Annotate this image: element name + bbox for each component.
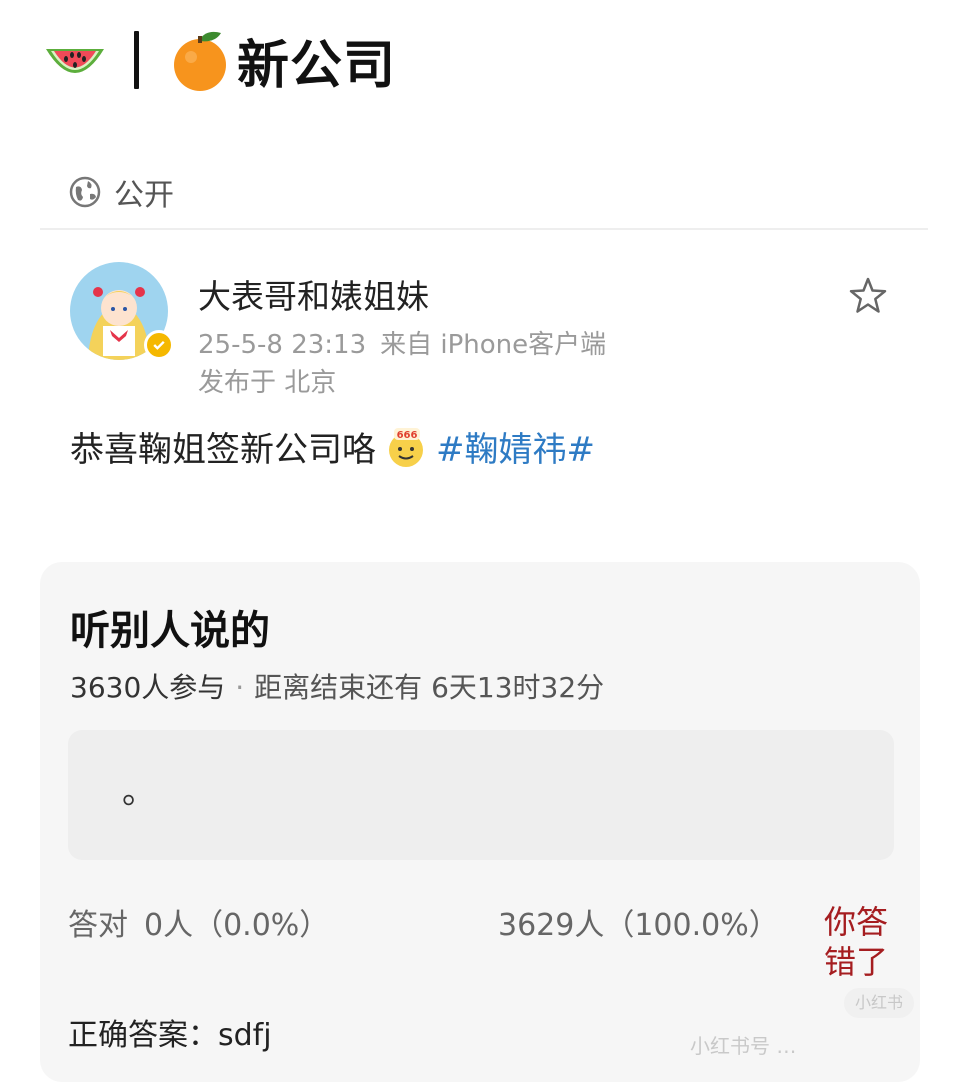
watermark-text: 小红书号 … [690, 1034, 797, 1058]
title-row: 新公司 [42, 22, 396, 98]
poll-option[interactable]: 。 [68, 730, 894, 860]
verified-badge-icon [144, 330, 174, 360]
post-body: 恭喜鞠姐签新公司咯 666 #鞠婧祎# [70, 422, 595, 471]
globe-icon [69, 176, 101, 208]
page-title: 新公司 [237, 35, 397, 96]
sticker-label: 666 [397, 430, 418, 441]
separator-dot: · [235, 671, 245, 704]
wrong-result: 你答错了 [824, 903, 889, 981]
sticker-666-icon: 666 [389, 427, 423, 467]
title-divider [134, 31, 139, 89]
post-timestamp: 25-5-8 23:13 [198, 330, 367, 360]
star-icon[interactable] [848, 276, 888, 316]
visibility-label: 公开 [114, 178, 174, 213]
avatar[interactable] [70, 262, 174, 360]
post-text: 恭喜鞠姐签新公司咯 [70, 430, 376, 470]
orange-icon [174, 31, 226, 91]
divider [40, 228, 928, 230]
correct-count: 0人（0.0%） [144, 908, 330, 943]
author-name[interactable]: 大表哥和婊姐妹 [198, 270, 429, 318]
poll-remaining: 距离结束还有 6天13时32分 [254, 671, 605, 704]
poll-info: 3630人参与 · 距离结束还有 6天13时32分 [70, 666, 604, 706]
post-meta: 25-5-8 23:13 来自 iPhone客户端 [198, 324, 606, 361]
visibility-indicator: 公开 [68, 170, 174, 214]
hashtag-link[interactable]: #鞠婧祎# [436, 422, 595, 471]
poll-participants: 3630人参与 [70, 671, 226, 704]
wrong-stat: 3629人（100.0%） [498, 908, 779, 943]
correct-stat: 答对 0人（0.0%） [68, 900, 329, 944]
correct-answer: 正确答案：sdfj [68, 1018, 272, 1053]
watermelon-icon [46, 49, 104, 73]
correct-label: 答对 [68, 908, 128, 943]
poll-option-text: 。 [122, 772, 156, 812]
poll-title: 听别人说的 [70, 608, 270, 654]
post-location: 发布于 北京 [198, 368, 337, 398]
watermark-logo: 小红书 [844, 988, 914, 1018]
poll-card: 听别人说的 3630人参与 · 距离结束还有 6天13时32分 。 答对 0人（0.0… [40, 562, 920, 1082]
post-source: 来自 iPhone客户端 [380, 330, 607, 360]
